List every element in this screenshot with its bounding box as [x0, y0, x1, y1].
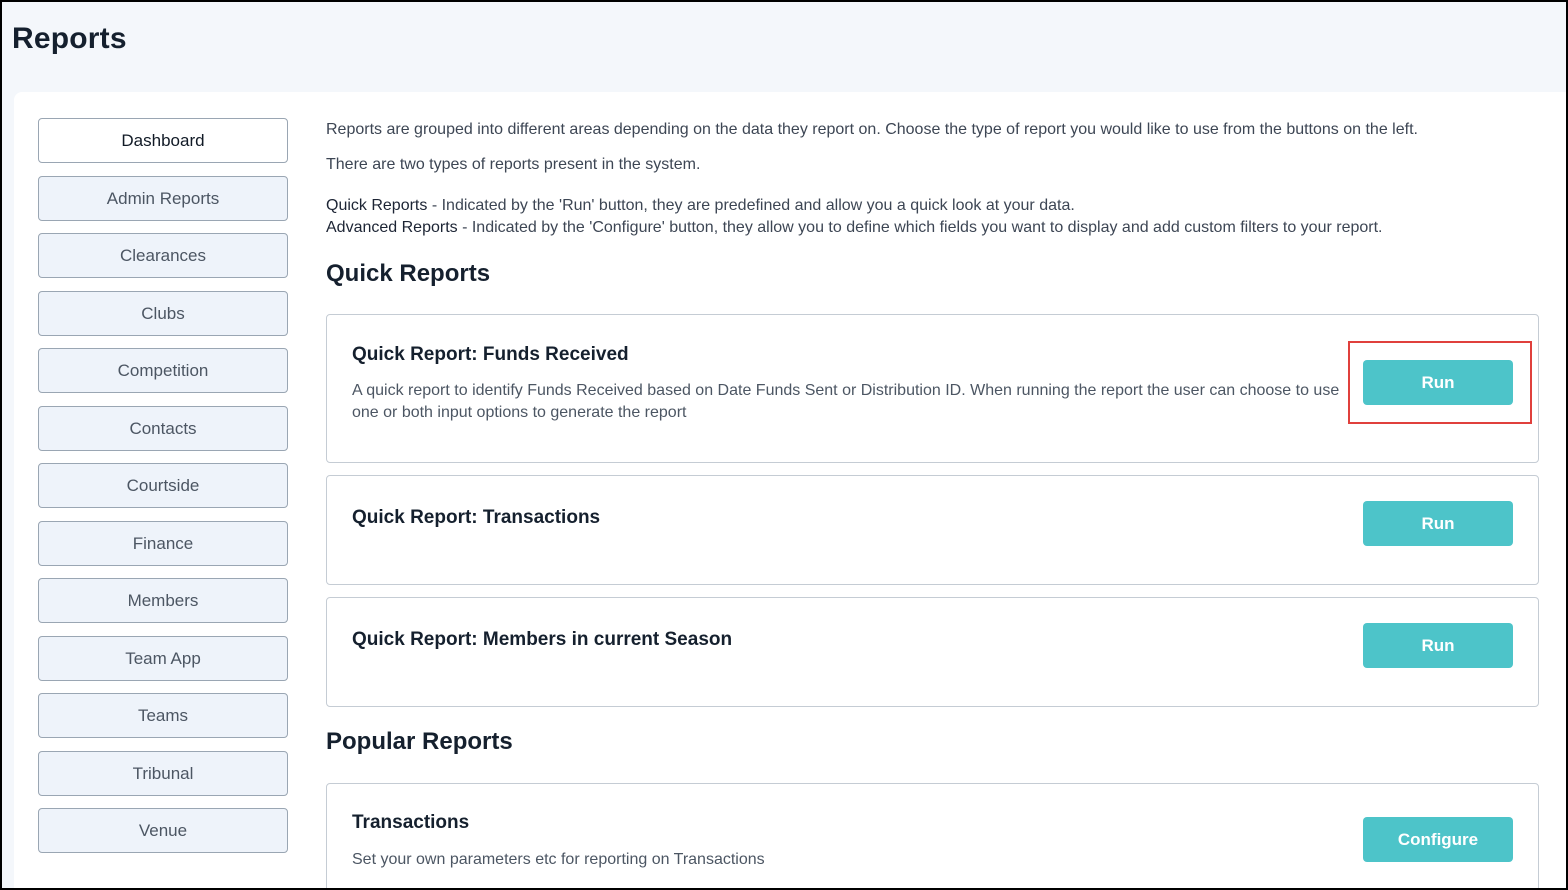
report-card-title: Quick Report: Funds Received [352, 344, 629, 365]
report-card-title: Quick Report: Transactions [352, 507, 601, 528]
report-card-description: Set your own parameters etc for reportin… [352, 851, 765, 868]
sidebar-item-tribunal[interactable]: Tribunal [38, 751, 288, 796]
run-button-members-current-season[interactable]: Run [1363, 623, 1513, 668]
intro-quick-reports: Quick Reports - Indicated by the 'Run' b… [326, 197, 1075, 215]
popular-reports-heading: Popular Reports [326, 728, 513, 755]
sidebar-item-finance[interactable]: Finance [38, 521, 288, 566]
page-title: Reports [12, 22, 127, 55]
sidebar-item-teams[interactable]: Teams [38, 693, 288, 738]
quick-reports-text: - Indicated by the 'Run' button, they ar… [427, 197, 1075, 214]
app-frame: Reports Dashboard Admin Reports Clearanc… [0, 0, 1568, 890]
sidebar-item-admin-reports[interactable]: Admin Reports [38, 176, 288, 221]
sidebar-item-dashboard[interactable]: Dashboard [38, 118, 288, 163]
sidebar-item-venue[interactable]: Venue [38, 808, 288, 853]
intro-line-1: Reports are grouped into different areas… [326, 121, 1418, 138]
configure-button-transactions[interactable]: Configure [1363, 817, 1513, 862]
sidebar-item-team-app[interactable]: Team App [38, 636, 288, 681]
report-card-members-current-season: Quick Report: Members in current Season … [326, 597, 1539, 707]
advanced-reports-label: Advanced Reports [326, 219, 458, 236]
report-card-title: Quick Report: Members in current Season [352, 629, 733, 650]
report-card-transactions: Quick Report: Transactions Run [326, 475, 1539, 585]
highlight-box [1348, 341, 1532, 424]
sidebar-item-competition[interactable]: Competition [38, 348, 288, 393]
run-button-transactions[interactable]: Run [1363, 501, 1513, 546]
quick-reports-label: Quick Reports [326, 197, 428, 214]
report-card-title: Transactions [352, 812, 470, 833]
report-card-popular-transactions: Transactions Set your own parameters etc… [326, 783, 1539, 888]
sidebar-item-clubs[interactable]: Clubs [38, 291, 288, 336]
advanced-reports-text: - Indicated by the 'Configure' button, t… [457, 219, 1383, 236]
sidebar-item-members[interactable]: Members [38, 578, 288, 623]
intro-advanced-reports: Advanced Reports - Indicated by the 'Con… [326, 219, 1382, 237]
quick-reports-heading: Quick Reports [326, 260, 491, 287]
sidebar-item-contacts[interactable]: Contacts [38, 406, 288, 451]
sidebar-item-clearances[interactable]: Clearances [38, 233, 288, 278]
report-card-description: A quick report to identify Funds Receive… [352, 382, 1340, 421]
sidebar-item-courtside[interactable]: Courtside [38, 463, 288, 508]
intro-line-2: There are two types of reports present i… [326, 156, 701, 173]
